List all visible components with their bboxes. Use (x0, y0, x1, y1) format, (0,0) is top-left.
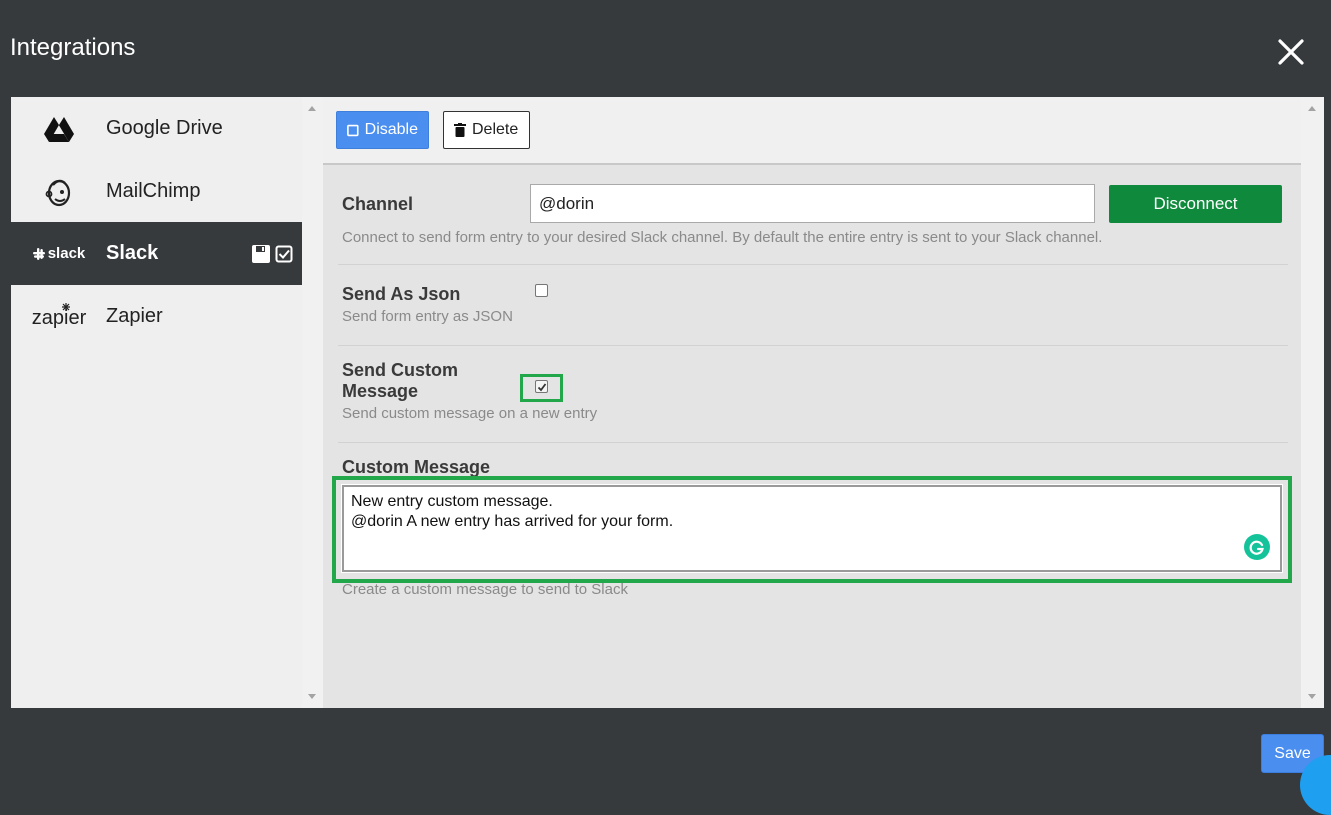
zapier-logo-text: zapier (31, 307, 87, 329)
grammarly-icon[interactable] (1244, 534, 1270, 560)
channel-help-text: Connect to send form entry to your desir… (342, 229, 1103, 246)
checkmark-icon (537, 382, 546, 391)
send-as-json-label: Send As Json (342, 284, 461, 304)
scroll-down-icon[interactable] (308, 694, 316, 699)
send-as-json-checkbox[interactable] (535, 284, 548, 297)
slack-icon: slack (31, 245, 87, 262)
divider (338, 264, 1288, 265)
sidebar-item-zapier[interactable]: zapier Zapier (11, 285, 302, 348)
sidebar-item-label: Slack (106, 242, 159, 264)
integration-settings: Channel Disconnect Connect to send form … (323, 165, 1301, 708)
divider (338, 442, 1288, 443)
close-button[interactable] (1270, 31, 1312, 73)
send-as-json-help-text: Send form entry as JSON (342, 308, 513, 325)
trash-icon (454, 123, 466, 137)
sidebar-item-label: Google Drive (106, 117, 223, 139)
disable-button[interactable]: Disable (336, 111, 429, 149)
custom-message-textarea[interactable]: New entry custom message. @dorin A new e… (341, 484, 1283, 573)
send-custom-message-checkbox[interactable] (535, 380, 548, 393)
channel-input[interactable] (530, 184, 1095, 223)
integration-toolbar: Disable Delete (323, 97, 1301, 165)
custom-message-label: Custom Message (342, 457, 491, 477)
check-square-icon[interactable] (275, 245, 293, 263)
send-custom-message-label-line2: Message (342, 381, 419, 401)
close-icon (1278, 39, 1304, 65)
sidebar-item-label: Zapier (106, 305, 163, 327)
disable-button-label: Disable (364, 121, 418, 138)
save-icon[interactable] (251, 244, 271, 264)
sidebar-item-slack[interactable]: slack Slack (11, 222, 302, 285)
send-custom-message-label: Send Custom Message (342, 360, 458, 402)
send-custom-message-label-line1: Send Custom (342, 360, 459, 380)
scroll-up-icon[interactable] (1308, 106, 1316, 111)
slack-logo-text: slack (47, 245, 86, 262)
sidebar-item-mailchimp[interactable]: MailChimp (11, 160, 302, 223)
mailchimp-icon (31, 177, 87, 207)
send-custom-message-help-text: Send custom message on a new entry (342, 405, 598, 422)
scrollbar[interactable] (1301, 97, 1324, 708)
scrollbar[interactable] (302, 97, 323, 708)
sidebar-item-label: MailChimp (106, 180, 201, 202)
integrations-sidebar: Google Drive MailChimp slack Slack zapie… (11, 97, 302, 708)
channel-label: Channel (342, 194, 414, 214)
integrations-dialog: Google Drive MailChimp slack Slack zapie… (11, 97, 1324, 708)
scroll-up-icon[interactable] (308, 106, 316, 111)
custom-message-help-text: Create a custom message to send to Slack (342, 581, 628, 598)
modal-title: Integrations (10, 34, 136, 61)
scroll-down-icon[interactable] (1308, 694, 1316, 699)
sidebar-item-actions (251, 244, 293, 264)
disconnect-button[interactable]: Disconnect (1109, 185, 1282, 223)
sidebar-item-google-drive[interactable]: Google Drive (11, 97, 302, 160)
square-icon (347, 124, 359, 136)
divider (338, 345, 1288, 346)
delete-button-label: Delete (472, 121, 519, 138)
delete-button[interactable]: Delete (443, 111, 530, 149)
google-drive-icon (31, 116, 87, 142)
zapier-icon: zapier (31, 303, 87, 330)
